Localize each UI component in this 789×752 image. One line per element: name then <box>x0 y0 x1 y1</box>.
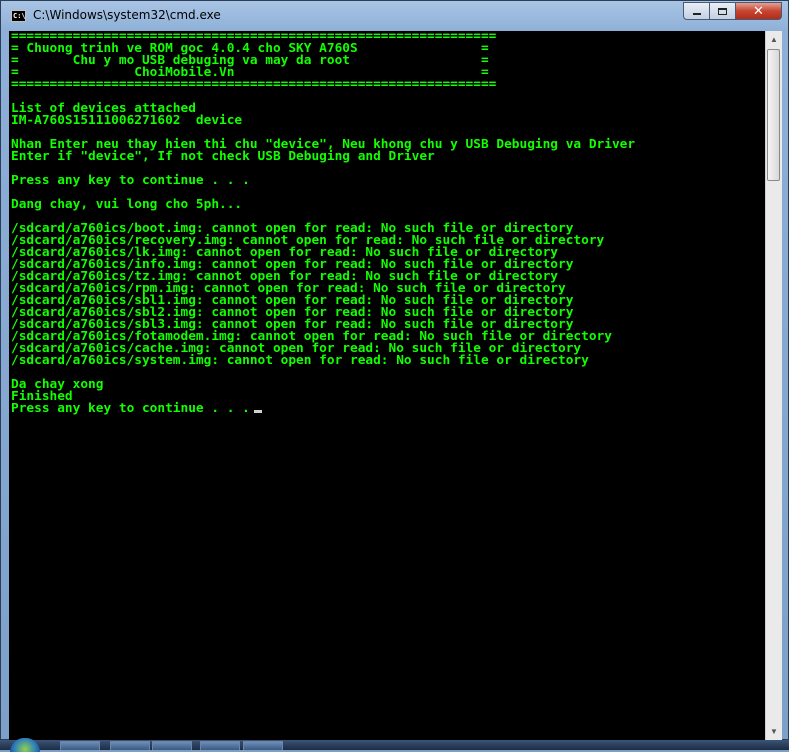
taskbar <box>0 738 789 752</box>
taskbar-button-app[interactable] <box>110 741 150 750</box>
cmd-app-icon[interactable]: C:\ <box>11 10 26 22</box>
console-line: ========================================… <box>11 77 497 92</box>
taskbar-button-explorer[interactable] <box>60 741 100 750</box>
minimize-button[interactable] <box>683 2 710 20</box>
taskbar-button-cmd[interactable] <box>243 741 283 750</box>
console-line: Dang chay, vui long cho 5ph... <box>11 197 243 212</box>
vertical-scrollbar[interactable]: ▲ ▼ <box>765 31 782 740</box>
console-line: Enter if "device", If not check USB Debu… <box>11 149 435 164</box>
maximize-button[interactable] <box>710 2 736 20</box>
taskbar-button-app[interactable] <box>200 741 240 750</box>
taskbar-button-app[interactable] <box>152 741 192 750</box>
maximize-icon <box>718 7 727 15</box>
console-line: IM-A760S15111006271602 device <box>11 113 243 128</box>
text-cursor <box>253 410 262 413</box>
window-title: C:\Windows\system32\cmd.exe <box>33 8 221 22</box>
close-button[interactable]: ✕ <box>736 2 782 20</box>
close-icon: ✕ <box>753 3 764 19</box>
title-bar[interactable]: C:\ C:\Windows\system32\cmd.exe ✕ <box>1 1 788 31</box>
console-line: Press any key to continue . . . <box>11 173 250 188</box>
scroll-down-icon[interactable]: ▼ <box>766 723 782 740</box>
console-text: ========================================… <box>9 31 765 415</box>
console-line: /sdcard/a760ics/system.img: cannot open … <box>11 353 589 368</box>
scrollbar-thumb[interactable] <box>767 49 780 181</box>
scroll-up-icon[interactable]: ▲ <box>766 31 782 48</box>
caption-buttons: ✕ <box>683 2 782 20</box>
console-prompt-line: Press any key to continue . . . <box>11 401 250 416</box>
cmd-window: C:\ C:\Windows\system32\cmd.exe ✕ ======… <box>0 0 789 740</box>
console-output[interactable]: ========================================… <box>9 31 765 740</box>
minimize-icon <box>692 13 701 15</box>
